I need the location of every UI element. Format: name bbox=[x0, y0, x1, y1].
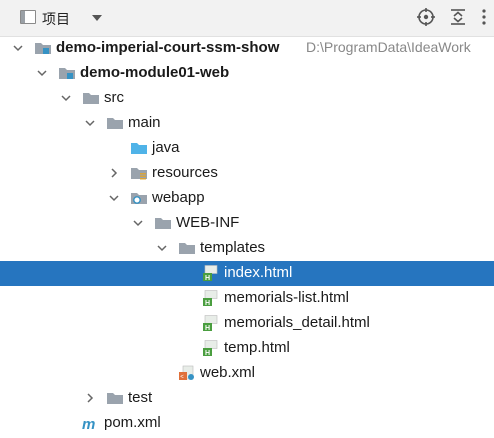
source-folder-icon bbox=[130, 140, 148, 156]
svg-text:<: < bbox=[180, 375, 184, 381]
chevron-down-icon[interactable] bbox=[36, 67, 48, 79]
tree-item-label: pom.xml bbox=[104, 414, 161, 431]
svg-text:H: H bbox=[205, 300, 210, 306]
tree-item-label: test bbox=[128, 389, 153, 406]
folder-icon bbox=[178, 240, 196, 256]
tree-item-label: demo-module01-web bbox=[80, 64, 230, 81]
locate-icon[interactable] bbox=[416, 7, 436, 27]
project-view-icon[interactable] bbox=[20, 10, 36, 24]
tree-item-label: WEB-INF bbox=[176, 214, 240, 231]
chevron-down-icon[interactable] bbox=[132, 217, 144, 229]
svg-text:H: H bbox=[205, 275, 210, 281]
tree-row[interactable]: < web.xml bbox=[0, 361, 494, 386]
tree-row[interactable]: demo-module01-web bbox=[0, 61, 494, 86]
folder-icon bbox=[106, 115, 124, 131]
tree-row[interactable]: src bbox=[0, 86, 494, 111]
chevron-down-icon[interactable] bbox=[156, 242, 168, 254]
folder-icon bbox=[154, 215, 172, 231]
resources-folder-icon bbox=[130, 165, 148, 181]
tree-row[interactable]: WEB-INF bbox=[0, 211, 494, 236]
chevron-down-icon[interactable] bbox=[60, 92, 72, 104]
tree-item-label: main bbox=[128, 114, 161, 131]
html-file-icon: H bbox=[202, 340, 220, 357]
tree-row[interactable]: demo-imperial-court-ssm-show D:\ProgramDa… bbox=[0, 36, 494, 61]
tree-row[interactable]: Hmemorials_detail.html bbox=[0, 311, 494, 336]
tree-item-label: java bbox=[152, 139, 180, 156]
tree-item-label: demo-imperial-court-ssm-show bbox=[56, 39, 280, 56]
tree-item-label: web.xml bbox=[200, 364, 256, 381]
tree-row[interactable]: Hindex.html bbox=[0, 261, 494, 286]
svg-text:H: H bbox=[205, 325, 210, 331]
tree-item-label: templates bbox=[200, 239, 266, 256]
toolbar-title[interactable]: 项目 bbox=[42, 9, 70, 29]
tree-row[interactable]: java bbox=[0, 136, 494, 161]
svg-text:H: H bbox=[205, 350, 210, 356]
tree-row[interactable]: Hmemorials-list.html bbox=[0, 286, 494, 311]
folder-icon bbox=[106, 390, 124, 406]
chevron-down-icon[interactable] bbox=[108, 192, 120, 204]
expand-collapse-icon[interactable] bbox=[448, 7, 468, 27]
tree-item-label: index.html bbox=[224, 264, 293, 281]
html-file-icon: H bbox=[202, 265, 220, 282]
tree-item-label: webapp bbox=[152, 189, 205, 206]
tree-row[interactable]: resources bbox=[0, 161, 494, 186]
web-folder-icon bbox=[130, 190, 148, 206]
html-file-icon: H bbox=[202, 315, 220, 332]
tree-item-label: memorials-list.html bbox=[224, 289, 350, 306]
tree-item-label: memorials_detail.html bbox=[224, 314, 370, 331]
tree-row[interactable]: test bbox=[0, 386, 494, 411]
chevron-right-icon[interactable] bbox=[84, 392, 96, 404]
tree-row[interactable]: templates bbox=[0, 236, 494, 261]
svg-text:m: m bbox=[82, 416, 95, 431]
tree-item-label: src bbox=[104, 89, 124, 106]
chevron-down-icon[interactable] bbox=[84, 117, 96, 129]
tree-row[interactable]: m pom.xml bbox=[0, 411, 494, 436]
tree-row[interactable]: Htemp.html bbox=[0, 336, 494, 361]
tree-row[interactable]: webapp bbox=[0, 186, 494, 211]
more-icon[interactable] bbox=[478, 7, 494, 27]
project-toolbar: 项目 bbox=[0, 0, 494, 37]
maven-file-icon: m bbox=[82, 415, 100, 433]
project-path: D:\ProgramData\IdeaWork bbox=[306, 39, 471, 55]
module-folder-icon bbox=[58, 65, 76, 81]
html-file-icon: H bbox=[202, 290, 220, 307]
chevron-down-icon[interactable] bbox=[12, 42, 24, 54]
tree-item-label: resources bbox=[152, 164, 218, 181]
chevron-right-icon[interactable] bbox=[108, 167, 120, 179]
folder-icon bbox=[82, 90, 100, 106]
tree-row[interactable]: main bbox=[0, 111, 494, 136]
module-folder-icon bbox=[34, 40, 52, 56]
tree-item-label: temp.html bbox=[224, 339, 290, 356]
dropdown-icon[interactable] bbox=[92, 15, 102, 21]
xml-file-icon: < bbox=[178, 365, 196, 381]
